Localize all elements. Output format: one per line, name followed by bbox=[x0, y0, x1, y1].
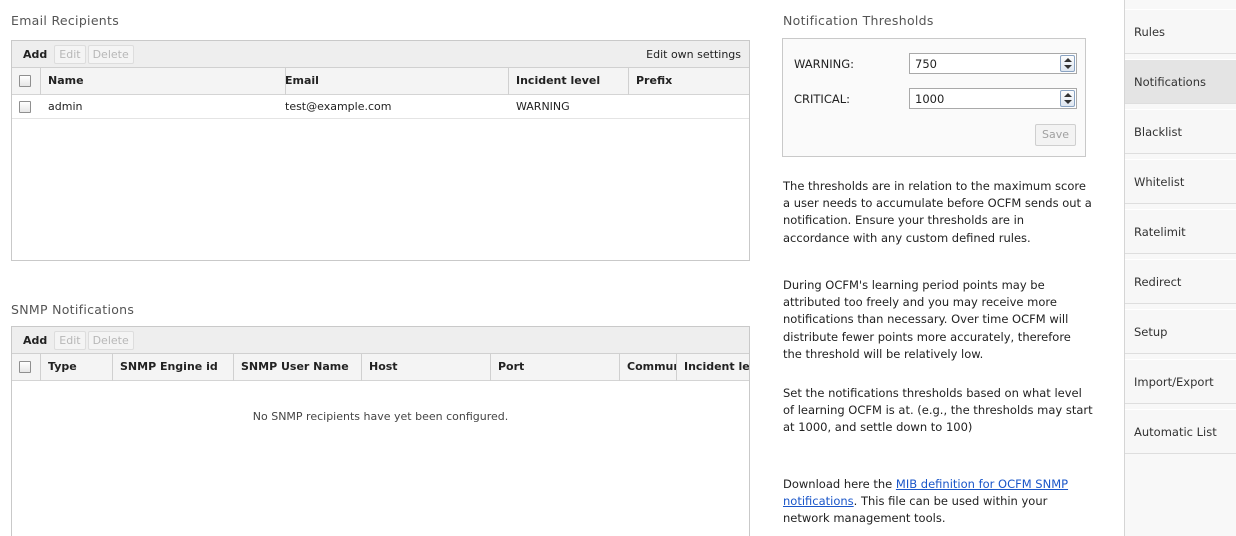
sidebar-item-redirect[interactable]: Redirect bbox=[1125, 259, 1236, 304]
recipient-prefix bbox=[629, 95, 636, 119]
info-paragraph-1: The thresholds are in relation to the ma… bbox=[783, 179, 1092, 245]
snmp-notifications-title: SNMP Notifications bbox=[11, 302, 135, 317]
critical-label: CRITICAL: bbox=[794, 92, 851, 106]
column-header-incident-level[interactable]: Incident level bbox=[509, 68, 629, 95]
sidebar-item-whitelist[interactable]: Whitelist bbox=[1125, 159, 1236, 204]
column-header-prefix[interactable]: Prefix bbox=[629, 68, 749, 95]
spin-down-icon[interactable] bbox=[1064, 65, 1072, 69]
thresholds-form: WARNING: 750 CRITICAL: 1000 Save bbox=[782, 38, 1086, 157]
info-paragraph-4: Download here the MIB definition for OCF… bbox=[783, 476, 1093, 528]
select-all-cell bbox=[12, 68, 41, 95]
spin-up-icon[interactable] bbox=[1064, 93, 1072, 97]
sidebar-item-import-export[interactable]: Import/Export bbox=[1125, 359, 1236, 404]
warning-stepper[interactable] bbox=[1060, 55, 1075, 72]
email-table-header: Name Email Incident level Prefix bbox=[12, 68, 749, 95]
critical-threshold-input[interactable]: 1000 bbox=[909, 88, 1077, 109]
snmp-recipients-grid: Add Edit Delete Type SNMP Engine id SNMP… bbox=[11, 326, 750, 536]
column-header-host[interactable]: Host bbox=[362, 354, 491, 381]
warning-threshold-value: 750 bbox=[915, 57, 937, 71]
download-text-before: Download here the bbox=[783, 477, 896, 491]
snmp-select-all-checkbox[interactable] bbox=[19, 361, 31, 373]
column-header-port[interactable]: Port bbox=[491, 354, 620, 381]
email-toolbar: Add Edit Delete Edit own settings bbox=[12, 41, 749, 68]
snmp-toolbar: Add Edit Delete bbox=[12, 327, 749, 354]
sidebar-item-blacklist[interactable]: Blacklist bbox=[1125, 109, 1236, 154]
sidebar-item-notifications[interactable]: Notifications bbox=[1125, 59, 1236, 104]
recipient-email: test@example.com bbox=[285, 100, 392, 113]
settings-sidebar: Rules Notifications Blacklist Whitelist … bbox=[1124, 0, 1236, 536]
add-snmp-button[interactable]: Add bbox=[18, 331, 52, 350]
select-all-checkbox[interactable] bbox=[19, 75, 31, 87]
warning-threshold-input[interactable]: 750 bbox=[909, 53, 1077, 74]
column-header-incident-level-snmp[interactable]: Incident le bbox=[677, 354, 749, 381]
snmp-select-all-cell bbox=[12, 354, 41, 381]
row-checkbox[interactable] bbox=[19, 101, 31, 113]
recipient-incident-level: WARNING bbox=[516, 100, 570, 113]
column-header-snmp-user-name[interactable]: SNMP User Name bbox=[234, 354, 362, 381]
sidebar-item-ratelimit[interactable]: Ratelimit bbox=[1125, 209, 1236, 254]
spin-down-icon[interactable] bbox=[1064, 100, 1072, 104]
sidebar-item-automatic-list[interactable]: Automatic List bbox=[1125, 409, 1236, 454]
column-header-type[interactable]: Type bbox=[41, 354, 113, 381]
spin-up-icon[interactable] bbox=[1064, 58, 1072, 62]
add-email-button[interactable]: Add bbox=[18, 45, 52, 64]
email-recipients-title: Email Recipients bbox=[11, 13, 120, 28]
table-row[interactable]: admin test@example.com WARNING bbox=[12, 95, 749, 119]
column-header-name[interactable]: Name bbox=[41, 68, 286, 95]
info-paragraph-2: During OCFM's learning period points may… bbox=[783, 278, 1071, 361]
email-recipients-grid: Add Edit Delete Edit own settings Name E… bbox=[11, 40, 750, 261]
edit-own-settings-button[interactable]: Edit own settings bbox=[646, 48, 741, 61]
info-paragraph-3: Set the notifications thresholds based o… bbox=[783, 386, 1093, 435]
snmp-empty-message: No SNMP recipients have yet been configu… bbox=[252, 410, 509, 423]
sidebar-item-rules[interactable]: Rules bbox=[1125, 9, 1236, 54]
edit-snmp-button[interactable]: Edit bbox=[54, 330, 86, 350]
snmp-table-header: Type SNMP Engine id SNMP User Name Host … bbox=[12, 354, 749, 381]
critical-threshold-value: 1000 bbox=[915, 92, 945, 106]
warning-label: WARNING: bbox=[794, 57, 854, 71]
save-thresholds-button[interactable]: Save bbox=[1035, 124, 1076, 146]
delete-snmp-button[interactable]: Delete bbox=[87, 330, 134, 350]
delete-email-button[interactable]: Delete bbox=[87, 44, 134, 64]
column-header-community[interactable]: Communit bbox=[620, 354, 677, 381]
column-header-snmp-engine-id[interactable]: SNMP Engine id bbox=[113, 354, 234, 381]
recipient-name: admin bbox=[48, 100, 83, 113]
edit-email-button[interactable]: Edit bbox=[54, 44, 86, 64]
critical-stepper[interactable] bbox=[1060, 90, 1075, 107]
column-header-email[interactable]: Email bbox=[278, 68, 509, 95]
notification-thresholds-title: Notification Thresholds bbox=[783, 13, 934, 28]
sidebar-item-setup[interactable]: Setup bbox=[1125, 309, 1236, 354]
